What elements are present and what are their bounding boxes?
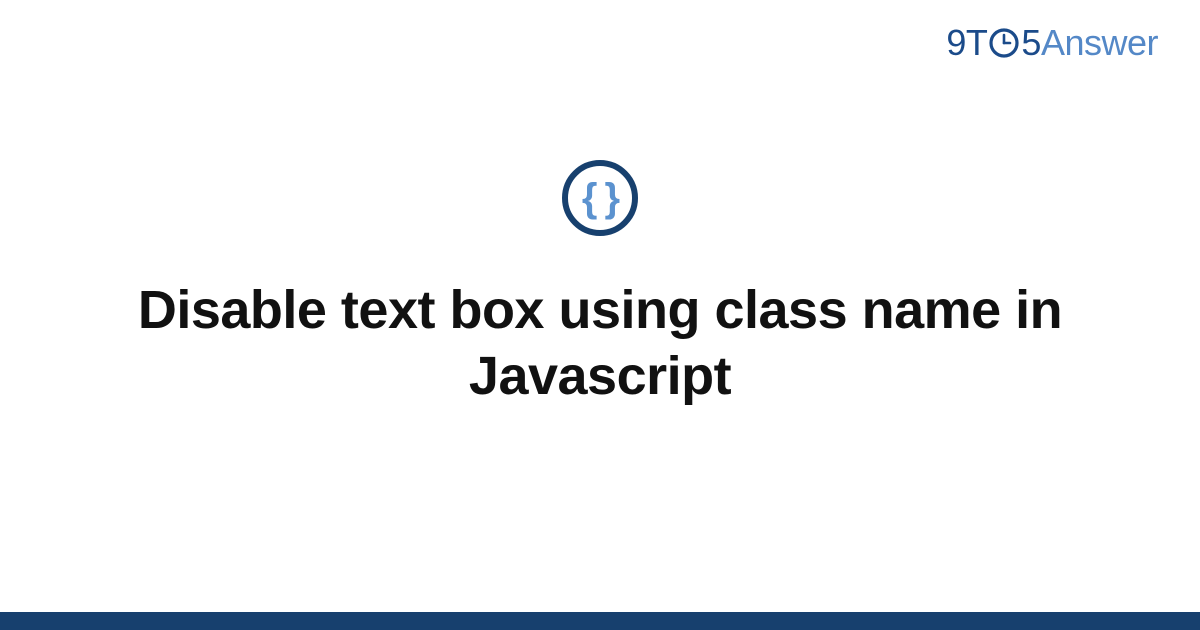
- main-content: { } Disable text box using class name in…: [0, 0, 1200, 630]
- topic-icon-circle: { }: [562, 160, 638, 236]
- page-title: Disable text box using class name in Jav…: [75, 278, 1125, 410]
- logo-text-9t: 9T: [946, 22, 987, 64]
- clock-icon: [988, 27, 1020, 59]
- page-container: 9T 5 Answer { } Disable text box using c…: [0, 0, 1200, 630]
- header: 9T 5 Answer: [946, 22, 1158, 64]
- footer-bar: [0, 612, 1200, 630]
- code-braces-icon: { }: [582, 178, 618, 218]
- logo-text-5: 5: [1021, 22, 1041, 64]
- site-logo: 9T 5 Answer: [946, 22, 1158, 64]
- logo-text-answer: Answer: [1041, 22, 1158, 64]
